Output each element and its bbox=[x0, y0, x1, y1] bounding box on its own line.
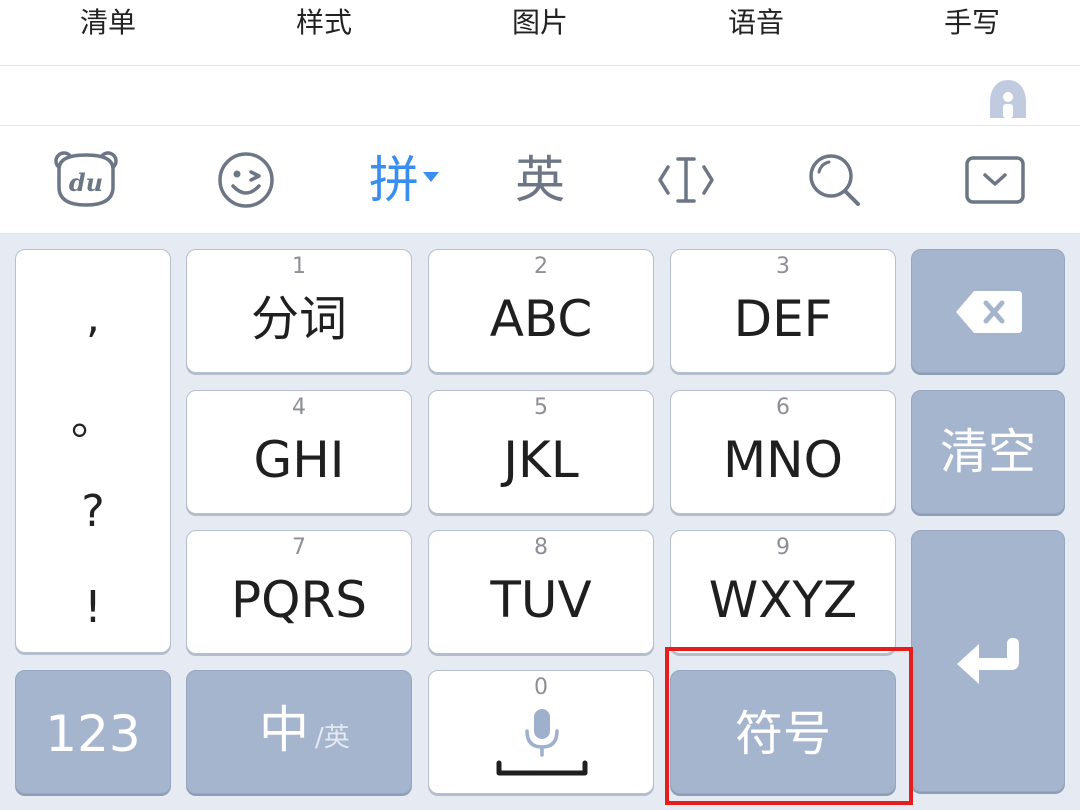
key-letters: ABC bbox=[489, 290, 593, 348]
enter-key[interactable] bbox=[911, 530, 1065, 792]
key-number: 6 bbox=[776, 395, 790, 420]
enter-icon bbox=[957, 638, 1019, 684]
punct-comma[interactable]: , bbox=[16, 296, 170, 340]
key-0-space[interactable]: 0 bbox=[428, 670, 654, 794]
key-letters: PQRS bbox=[231, 571, 367, 629]
tab-handwriting[interactable]: 手写 bbox=[864, 0, 1080, 65]
key-number: 3 bbox=[776, 254, 790, 279]
top-tab-bar: 清单 样式 图片 语音 手写 bbox=[0, 0, 1080, 66]
english-mode-button[interactable]: 英 bbox=[500, 126, 580, 234]
pinyin-mode-dropdown[interactable]: 拼 bbox=[355, 126, 455, 234]
key-number: 0 bbox=[534, 675, 548, 700]
search-icon bbox=[809, 154, 860, 206]
assist-icon[interactable] bbox=[984, 76, 1032, 124]
tab-image[interactable]: 图片 bbox=[432, 0, 648, 65]
key-letters: JKL bbox=[503, 431, 579, 489]
key-number: 8 bbox=[534, 535, 548, 560]
key-5-jkl[interactable]: 5 JKL bbox=[428, 390, 654, 514]
key-number: 1 bbox=[292, 254, 306, 279]
key-6-mno[interactable]: 6 MNO bbox=[670, 390, 896, 514]
key-number: 5 bbox=[534, 395, 548, 420]
t9-keyboard: , 。 ? ! 1 分词 2 ABC 3 DEF 4 GHI 5 JKL 6 M… bbox=[0, 234, 1080, 810]
punctuation-column[interactable]: , 。 ? ! bbox=[15, 249, 171, 653]
key-4-ghi[interactable]: 4 GHI bbox=[186, 390, 412, 514]
pinyin-mode-label: 拼 bbox=[369, 151, 419, 209]
key-number: 2 bbox=[534, 254, 548, 279]
key-3-def[interactable]: 3 DEF bbox=[670, 249, 896, 373]
svg-text:du: du bbox=[69, 168, 103, 197]
key-9-wxyz[interactable]: 9 WXYZ bbox=[670, 530, 896, 654]
symbols-label: 符号 bbox=[734, 706, 831, 762]
lang-zh-label: 中 bbox=[259, 701, 309, 759]
key-letters: GHI bbox=[253, 431, 345, 489]
keyboard-toolbar: du 拼 英 bbox=[0, 126, 1080, 234]
key-letters: MNO bbox=[723, 431, 843, 489]
key-letters: DEF bbox=[733, 290, 833, 348]
backspace-icon bbox=[956, 291, 1022, 333]
du-logo-icon: du bbox=[54, 151, 118, 207]
key-number: 9 bbox=[776, 535, 790, 560]
key-2-abc[interactable]: 2 ABC bbox=[428, 249, 654, 373]
punctuation-list: , 。 ? ! bbox=[16, 250, 170, 652]
du-logo-button[interactable]: du bbox=[46, 126, 126, 234]
clear-key[interactable]: 清空 bbox=[911, 390, 1065, 514]
tab-voice[interactable]: 语音 bbox=[648, 0, 864, 65]
key-number: 7 bbox=[292, 535, 306, 560]
tab-list[interactable]: 清单 bbox=[0, 0, 216, 65]
key-8-tuv[interactable]: 8 TUV bbox=[428, 530, 654, 654]
text-cursor-icon bbox=[658, 157, 714, 203]
key-letters: WXYZ bbox=[708, 571, 858, 629]
english-mode-label: 英 bbox=[515, 151, 565, 209]
number-switch-key[interactable]: 123 bbox=[15, 670, 171, 794]
number-switch-label: 123 bbox=[45, 705, 141, 763]
chevron-down-icon bbox=[423, 172, 439, 182]
key-letters: 分词 bbox=[250, 291, 347, 347]
key-7-pqrs[interactable]: 7 PQRS bbox=[186, 530, 412, 654]
lang-en-label: /英 bbox=[315, 723, 350, 753]
emoji-button[interactable] bbox=[206, 126, 286, 234]
symbols-key[interactable]: 符号 bbox=[670, 670, 896, 794]
key-1-segment[interactable]: 1 分词 bbox=[186, 249, 412, 373]
tab-style[interactable]: 样式 bbox=[216, 0, 432, 65]
key-number: 4 bbox=[292, 395, 306, 420]
punct-question[interactable]: ? bbox=[16, 490, 170, 534]
composition-strip bbox=[0, 66, 1080, 126]
hide-keyboard-icon bbox=[965, 156, 1025, 204]
emoji-icon bbox=[218, 152, 274, 208]
punct-exclamation[interactable]: ! bbox=[16, 586, 170, 630]
microphone-icon bbox=[525, 709, 559, 757]
hide-keyboard-button[interactable] bbox=[955, 126, 1035, 234]
key-letters: TUV bbox=[490, 571, 592, 629]
space-bar-icon bbox=[496, 760, 588, 776]
search-button[interactable] bbox=[795, 126, 875, 234]
backspace-key[interactable] bbox=[911, 249, 1065, 373]
language-switch-key[interactable]: 中 /英 bbox=[186, 670, 412, 794]
punct-period[interactable]: 。 bbox=[16, 398, 170, 442]
clear-label: 清空 bbox=[939, 424, 1036, 480]
cursor-move-button[interactable] bbox=[646, 126, 726, 234]
